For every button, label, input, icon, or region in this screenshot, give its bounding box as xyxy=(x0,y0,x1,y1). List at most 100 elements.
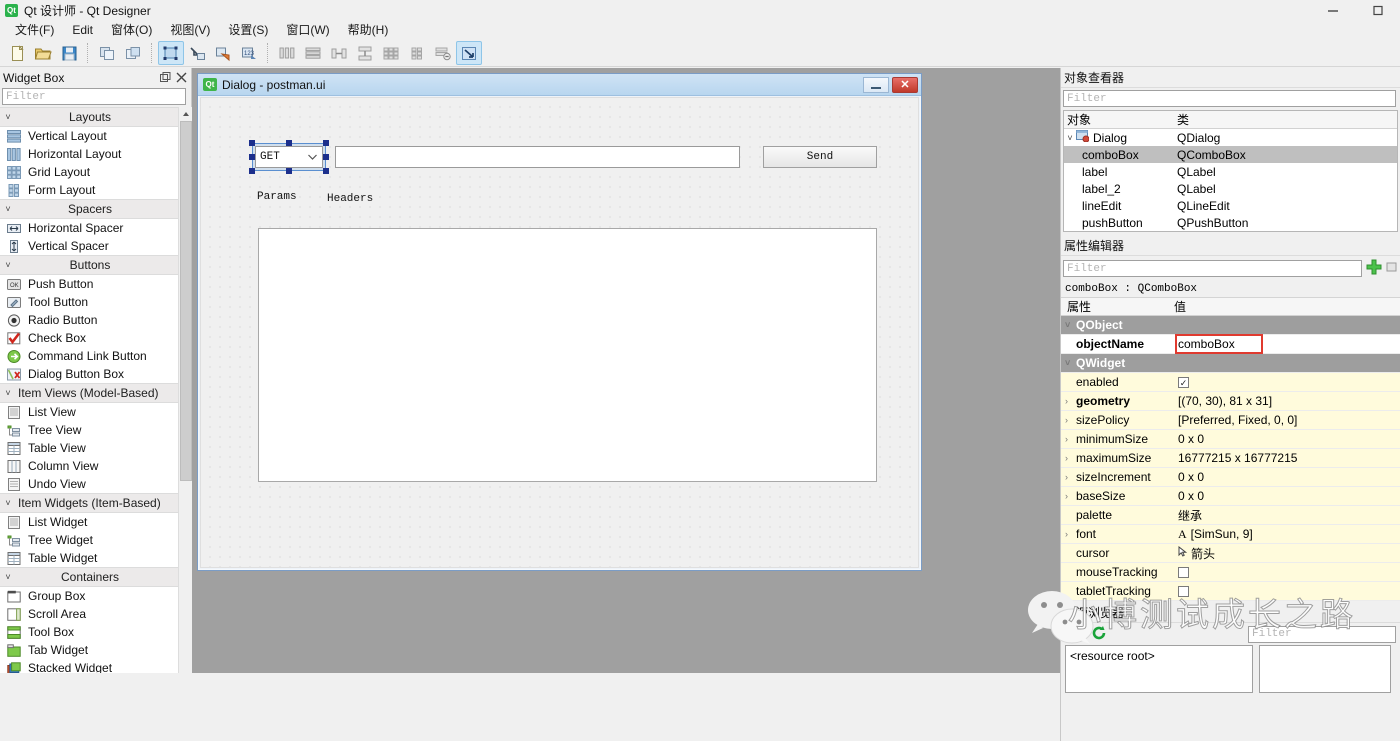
property-row[interactable]: tabletTracking xyxy=(1061,582,1400,601)
float-icon[interactable] xyxy=(157,70,173,86)
widget-item-radio-button[interactable]: Radio Button xyxy=(0,311,178,329)
resize-handle-br[interactable] xyxy=(323,168,329,174)
layout-splitter-v-icon[interactable] xyxy=(352,41,378,65)
property-checkbox[interactable] xyxy=(1178,566,1189,578)
menu-view[interactable]: 视图(V) xyxy=(161,19,219,40)
resize-handle-bc[interactable] xyxy=(286,168,292,174)
resize-handle-ml[interactable] xyxy=(249,154,255,160)
widget-item-horizontal-layout[interactable]: Horizontal Layout xyxy=(0,145,178,163)
menu-edit[interactable]: Edit xyxy=(63,21,102,39)
break-layout-icon[interactable] xyxy=(430,41,456,65)
maximize-button[interactable] xyxy=(1355,0,1400,20)
scroll-up-icon[interactable] xyxy=(179,107,193,121)
chevron-right-icon[interactable]: › xyxy=(1065,472,1076,482)
widget-item-column-view[interactable]: Column View xyxy=(0,457,178,475)
chevron-down-icon[interactable]: ˅ xyxy=(1064,133,1076,143)
property-row[interactable]: › baseSize 0 x 0 xyxy=(1061,487,1400,506)
widget-item-scroll-area[interactable]: Scroll Area xyxy=(0,605,178,623)
widget-category-header[interactable]: ˅ Layouts xyxy=(0,107,178,127)
widget-item-dialog-button-box[interactable]: Dialog Button Box xyxy=(0,365,178,383)
property-row[interactable]: cursor 箭头 xyxy=(1061,544,1400,563)
widget-item-command-link-button[interactable]: Command Link Button xyxy=(0,347,178,365)
widget-item-group-box[interactable]: Group Box xyxy=(0,587,178,605)
widget-category-header[interactable]: ˅ Item Widgets (Item-Based) xyxy=(0,493,178,513)
property-row[interactable]: enabled ✓ xyxy=(1061,373,1400,392)
property-row[interactable]: › minimumSize 0 x 0 xyxy=(1061,430,1400,449)
menu-window[interactable]: 窗口(W) xyxy=(277,19,338,40)
reload-icon[interactable] xyxy=(1091,625,1107,644)
new-form-icon[interactable] xyxy=(4,41,30,65)
property-value[interactable]: [SimSun, 9] xyxy=(1191,527,1253,541)
property-value[interactable]: [Preferred, Fixed, 0, 0] xyxy=(1178,413,1297,427)
property-checkbox[interactable] xyxy=(1178,585,1189,597)
object-inspector-row[interactable]: ˅ Dialog QDialog xyxy=(1064,129,1397,146)
adjust-size-icon[interactable] xyxy=(456,41,482,65)
chevron-down-icon[interactable]: ˅ xyxy=(1065,358,1076,368)
resource-tree[interactable]: <resource root> xyxy=(1065,645,1253,693)
property-row[interactable]: › maximumSize 16777215 x 16777215 xyxy=(1061,449,1400,468)
send-button[interactable]: Send xyxy=(763,146,877,168)
property-editor-filter-input[interactable]: Filter xyxy=(1063,260,1362,277)
widget-category-header[interactable]: ˅ Buttons xyxy=(0,255,178,275)
menu-form[interactable]: 窗体(O) xyxy=(102,19,161,40)
chevron-right-icon[interactable]: › xyxy=(1065,415,1076,425)
property-checkbox[interactable]: ✓ xyxy=(1178,376,1189,388)
property-row[interactable]: › sizeIncrement 0 x 0 xyxy=(1061,468,1400,487)
object-inspector-row[interactable]: label_2 QLabel xyxy=(1064,180,1397,197)
property-row[interactable]: › sizePolicy [Preferred, Fixed, 0, 0] xyxy=(1061,411,1400,430)
layout-splitter-h-icon[interactable] xyxy=(326,41,352,65)
chevron-right-icon[interactable]: › xyxy=(1065,529,1076,539)
resize-handle-tr[interactable] xyxy=(323,140,329,146)
widget-item-tab-widget[interactable]: Tab Widget xyxy=(0,641,178,659)
object-inspector-row[interactable]: pushButton QPushButton xyxy=(1064,214,1397,231)
widget-item-check-box[interactable]: Check Box xyxy=(0,329,178,347)
configure-icon[interactable] xyxy=(1386,260,1398,277)
resource-preview-pane[interactable] xyxy=(1259,645,1391,693)
layout-horizontal-icon[interactable] xyxy=(274,41,300,65)
property-value[interactable]: 箭头 xyxy=(1191,545,1215,562)
menu-settings[interactable]: 设置(S) xyxy=(219,19,277,40)
property-row[interactable]: mouseTracking xyxy=(1061,563,1400,582)
widget-box-list[interactable]: ˅ Layouts Vertical Layout Horizontal Layout… xyxy=(0,107,178,673)
object-inspector-row[interactable]: lineEdit QLineEdit xyxy=(1064,197,1397,214)
edit-tab-order-icon[interactable]: 123 xyxy=(236,41,262,65)
widget-category-header[interactable]: ˅ Item Views (Model-Based) xyxy=(0,383,178,403)
layout-form-icon[interactable] xyxy=(404,41,430,65)
widget-item-stacked-widget[interactable]: Stacked Widget xyxy=(0,659,178,673)
widget-item-tree-widget[interactable]: Tree Widget xyxy=(0,531,178,549)
widget-item-list-view[interactable]: List View xyxy=(0,403,178,421)
layout-vertical-icon[interactable] xyxy=(300,41,326,65)
property-row[interactable]: ˅ QWidget xyxy=(1061,354,1400,373)
property-row[interactable]: palette 继承 xyxy=(1061,506,1400,525)
resize-handle-tc[interactable] xyxy=(286,140,292,146)
widget-item-table-widget[interactable]: Table Widget xyxy=(0,549,178,567)
copy-icon[interactable] xyxy=(94,41,120,65)
url-line-edit[interactable] xyxy=(335,146,740,168)
open-folder-icon[interactable] xyxy=(30,41,56,65)
form-window-title-bar[interactable]: Qt Dialog - postman.ui ✕ xyxy=(198,74,921,96)
minimize-button[interactable] xyxy=(1310,0,1355,20)
chevron-right-icon[interactable]: › xyxy=(1065,396,1076,406)
form-minimize-button[interactable] xyxy=(863,76,889,93)
property-value[interactable]: 继承 xyxy=(1178,507,1202,524)
scrollbar-thumb[interactable] xyxy=(180,121,192,481)
property-row[interactable]: ˅ QObject xyxy=(1061,316,1400,335)
resource-root-item[interactable]: <resource root> xyxy=(1070,649,1155,663)
widget-item-grid-layout[interactable]: Grid Layout xyxy=(0,163,178,181)
widget-item-vertical-layout[interactable]: Vertical Layout xyxy=(0,127,178,145)
property-value[interactable]: 0 x 0 xyxy=(1178,489,1204,503)
object-inspector-filter-input[interactable]: Filter xyxy=(1063,90,1396,107)
edit-widgets-icon[interactable] xyxy=(158,41,184,65)
widget-category-header[interactable]: ˅ Spacers xyxy=(0,199,178,219)
resize-handle-mr[interactable] xyxy=(323,154,329,160)
chevron-right-icon[interactable]: › xyxy=(1065,491,1076,501)
chevron-down-icon[interactable] xyxy=(308,152,317,162)
property-row[interactable]: › font A [SimSun, 9] xyxy=(1061,525,1400,544)
widget-item-undo-view[interactable]: Undo View xyxy=(0,475,178,493)
plus-icon[interactable] xyxy=(1365,258,1383,279)
widget-item-list-widget[interactable]: List Widget xyxy=(0,513,178,531)
widget-box-scrollbar[interactable] xyxy=(178,107,193,673)
widget-item-horizontal-spacer[interactable]: Horizontal Spacer xyxy=(0,219,178,237)
widget-item-tool-box[interactable]: Tool Box xyxy=(0,623,178,641)
object-inspector-row[interactable]: comboBox QComboBox xyxy=(1064,146,1397,163)
